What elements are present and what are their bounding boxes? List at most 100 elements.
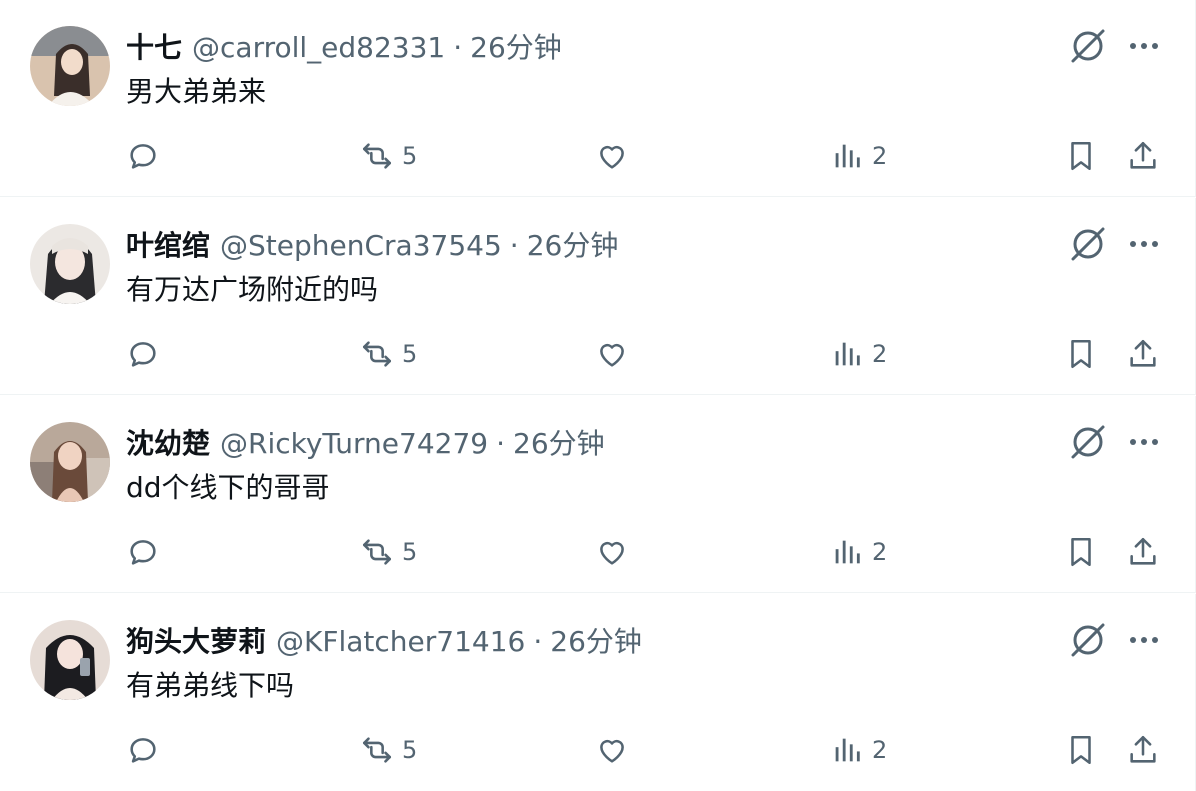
heart-icon	[600, 343, 624, 367]
display-name[interactable]: 狗头大萝莉	[126, 624, 266, 660]
grok-icon[interactable]	[1068, 224, 1108, 264]
separator-dot: ·	[533, 625, 543, 658]
views-button[interactable]: 2	[830, 528, 887, 576]
separator-dot: ·	[509, 229, 519, 262]
tweet[interactable]: 沈幼楚 @RickyTurne74279 · 26分钟 dd个线下的哥哥 5 2	[0, 396, 1196, 593]
retweet-count: 5	[402, 736, 418, 764]
share-icon	[1130, 735, 1156, 763]
separator-dot: ·	[453, 31, 463, 64]
user-handle[interactable]: @RickyTurne74279	[220, 426, 488, 462]
share-button[interactable]	[1126, 330, 1160, 378]
user-handle[interactable]: @StephenCra37545	[220, 228, 502, 264]
display-name[interactable]: 十七	[126, 30, 182, 66]
grok-icon[interactable]	[1068, 422, 1108, 462]
views-icon	[835, 738, 860, 762]
tweet-actions: 5 2	[0, 726, 1196, 774]
like-button[interactable]	[595, 132, 629, 180]
timestamp[interactable]: 26分钟	[513, 426, 605, 462]
reply-button[interactable]	[126, 330, 160, 378]
retweet-button[interactable]: 5	[360, 528, 417, 576]
tweet-text: dd个线下的哥哥	[126, 471, 330, 504]
timestamp[interactable]: 26分钟	[470, 30, 562, 66]
avatar[interactable]	[30, 26, 110, 106]
retweet-icon	[362, 539, 392, 565]
tweet-header: 十七 @carroll_ed82331 · 26分钟	[126, 30, 1055, 66]
tweet[interactable]: 叶绾绾 @StephenCra37545 · 26分钟 有万达广场附近的吗 5 …	[0, 198, 1196, 395]
heart-icon	[600, 541, 624, 565]
bookmark-icon	[1071, 537, 1091, 567]
avatar[interactable]	[30, 620, 110, 700]
tweet-actions: 5 2	[0, 330, 1196, 378]
avatar[interactable]	[30, 422, 110, 502]
views-count: 2	[872, 340, 888, 368]
grok-icon[interactable]	[1068, 620, 1108, 660]
tweet-actions: 5 2	[0, 132, 1196, 180]
reply-button[interactable]	[126, 726, 160, 774]
retweet-count: 5	[402, 538, 418, 566]
bookmark-button[interactable]	[1064, 330, 1098, 378]
display-name[interactable]: 叶绾绾	[126, 228, 210, 264]
like-button[interactable]	[595, 330, 629, 378]
timestamp[interactable]: 26分钟	[527, 228, 619, 264]
tweet[interactable]: 十七 @carroll_ed82331 · 26分钟 男大弟弟来 5 2	[0, 0, 1196, 197]
reply-icon	[130, 540, 156, 565]
separator-dot: ·	[496, 427, 505, 460]
views-count: 2	[872, 538, 888, 566]
timestamp[interactable]: 26分钟	[550, 624, 642, 660]
bookmark-button[interactable]	[1064, 132, 1098, 180]
share-button[interactable]	[1126, 528, 1160, 576]
heart-icon	[600, 739, 624, 763]
reply-feed: 十七 @carroll_ed82331 · 26分钟 男大弟弟来 5 2 叶绾绾…	[0, 0, 1196, 791]
views-button[interactable]: 2	[830, 330, 887, 378]
heart-icon	[600, 145, 624, 169]
share-button[interactable]	[1126, 726, 1160, 774]
tweet-text: 有万达广场附近的吗	[126, 273, 379, 306]
more-options-icon[interactable]	[1126, 224, 1162, 264]
more-options-icon[interactable]	[1126, 26, 1162, 66]
tweet-actions: 5 2	[0, 528, 1196, 576]
retweet-icon	[362, 737, 392, 763]
tweet-header: 狗头大萝莉 @KFlatcher71416 · 26分钟	[126, 624, 1055, 660]
retweet-icon	[362, 341, 392, 367]
grok-icon[interactable]	[1068, 26, 1108, 66]
user-handle[interactable]: @KFlatcher71416	[276, 624, 525, 660]
avatar[interactable]	[30, 224, 110, 304]
reply-icon	[130, 144, 156, 169]
bookmark-button[interactable]	[1064, 726, 1098, 774]
retweet-button[interactable]: 5	[360, 726, 417, 774]
retweet-count: 5	[402, 340, 418, 368]
views-count: 2	[872, 142, 888, 170]
bookmark-icon	[1071, 141, 1091, 171]
retweet-count: 5	[402, 142, 418, 170]
reply-icon	[130, 342, 156, 367]
views-icon	[835, 342, 860, 366]
retweet-icon	[362, 143, 392, 169]
tweet[interactable]: 狗头大萝莉 @KFlatcher71416 · 26分钟 有弟弟线下吗 5 2	[0, 594, 1196, 791]
views-button[interactable]: 2	[830, 132, 887, 180]
retweet-button[interactable]: 5	[360, 330, 417, 378]
user-handle[interactable]: @carroll_ed82331	[192, 30, 445, 66]
share-icon	[1130, 141, 1156, 169]
more-options-icon[interactable]	[1126, 422, 1162, 462]
tweet-text: 男大弟弟来	[126, 75, 267, 108]
display-name[interactable]: 沈幼楚	[126, 426, 210, 462]
tweet-text: 有弟弟线下吗	[126, 669, 295, 702]
more-options-icon[interactable]	[1126, 620, 1162, 660]
share-icon	[1130, 339, 1156, 367]
like-button[interactable]	[595, 528, 629, 576]
bookmark-button[interactable]	[1064, 528, 1098, 576]
tweet-header: 叶绾绾 @StephenCra37545 · 26分钟	[126, 228, 1055, 264]
retweet-button[interactable]: 5	[360, 132, 417, 180]
tweet-header: 沈幼楚 @RickyTurne74279 · 26分钟	[126, 426, 1055, 462]
reply-button[interactable]	[126, 132, 160, 180]
views-icon	[835, 144, 860, 168]
views-count: 2	[872, 736, 888, 764]
share-button[interactable]	[1126, 132, 1160, 180]
views-icon	[835, 540, 860, 564]
bookmark-icon	[1071, 339, 1091, 369]
bookmark-icon	[1071, 735, 1091, 765]
reply-icon	[130, 738, 156, 763]
views-button[interactable]: 2	[830, 726, 887, 774]
reply-button[interactable]	[126, 528, 160, 576]
like-button[interactable]	[595, 726, 629, 774]
